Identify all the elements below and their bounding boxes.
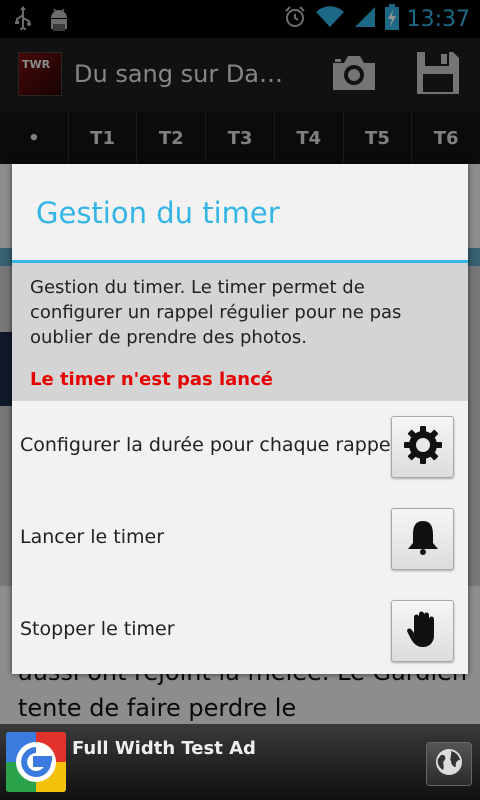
- start-timer-label: Lancer le timer: [20, 526, 165, 548]
- dialog-title: Gestion du timer: [36, 196, 280, 230]
- dialog-description-panel: Gestion du timer. Le timer permet de con…: [12, 263, 468, 401]
- configure-duration-row[interactable]: Configurer la durée pour chaque rappel: [12, 404, 468, 490]
- stop-timer-label: Stopper le timer: [20, 618, 175, 640]
- globe-icon: [433, 746, 465, 782]
- hand-stop-icon: [403, 609, 443, 653]
- bell-icon: [403, 517, 443, 561]
- timer-status: Le timer n'est pas lancé: [30, 369, 273, 390]
- ad-title[interactable]: Full Width Test Ad: [72, 738, 256, 759]
- ad-globe-button[interactable]: [426, 742, 472, 786]
- gear-icon: [403, 425, 443, 469]
- start-timer-row[interactable]: Lancer le timer: [12, 496, 468, 582]
- google-logo-icon: [6, 732, 66, 792]
- configure-duration-button[interactable]: [391, 416, 454, 478]
- configure-duration-label: Configurer la durée pour chaque rappel: [20, 434, 396, 456]
- start-timer-button[interactable]: [391, 508, 454, 570]
- ad-banner[interactable]: Full Width Test Ad: [0, 724, 480, 800]
- dialog-description: Gestion du timer. Le timer permet de con…: [30, 277, 402, 348]
- timer-dialog: Gestion du timer Gestion du timer. Le ti…: [12, 164, 468, 674]
- stop-timer-row[interactable]: Stopper le timer: [12, 588, 468, 674]
- stop-timer-button[interactable]: [391, 600, 454, 662]
